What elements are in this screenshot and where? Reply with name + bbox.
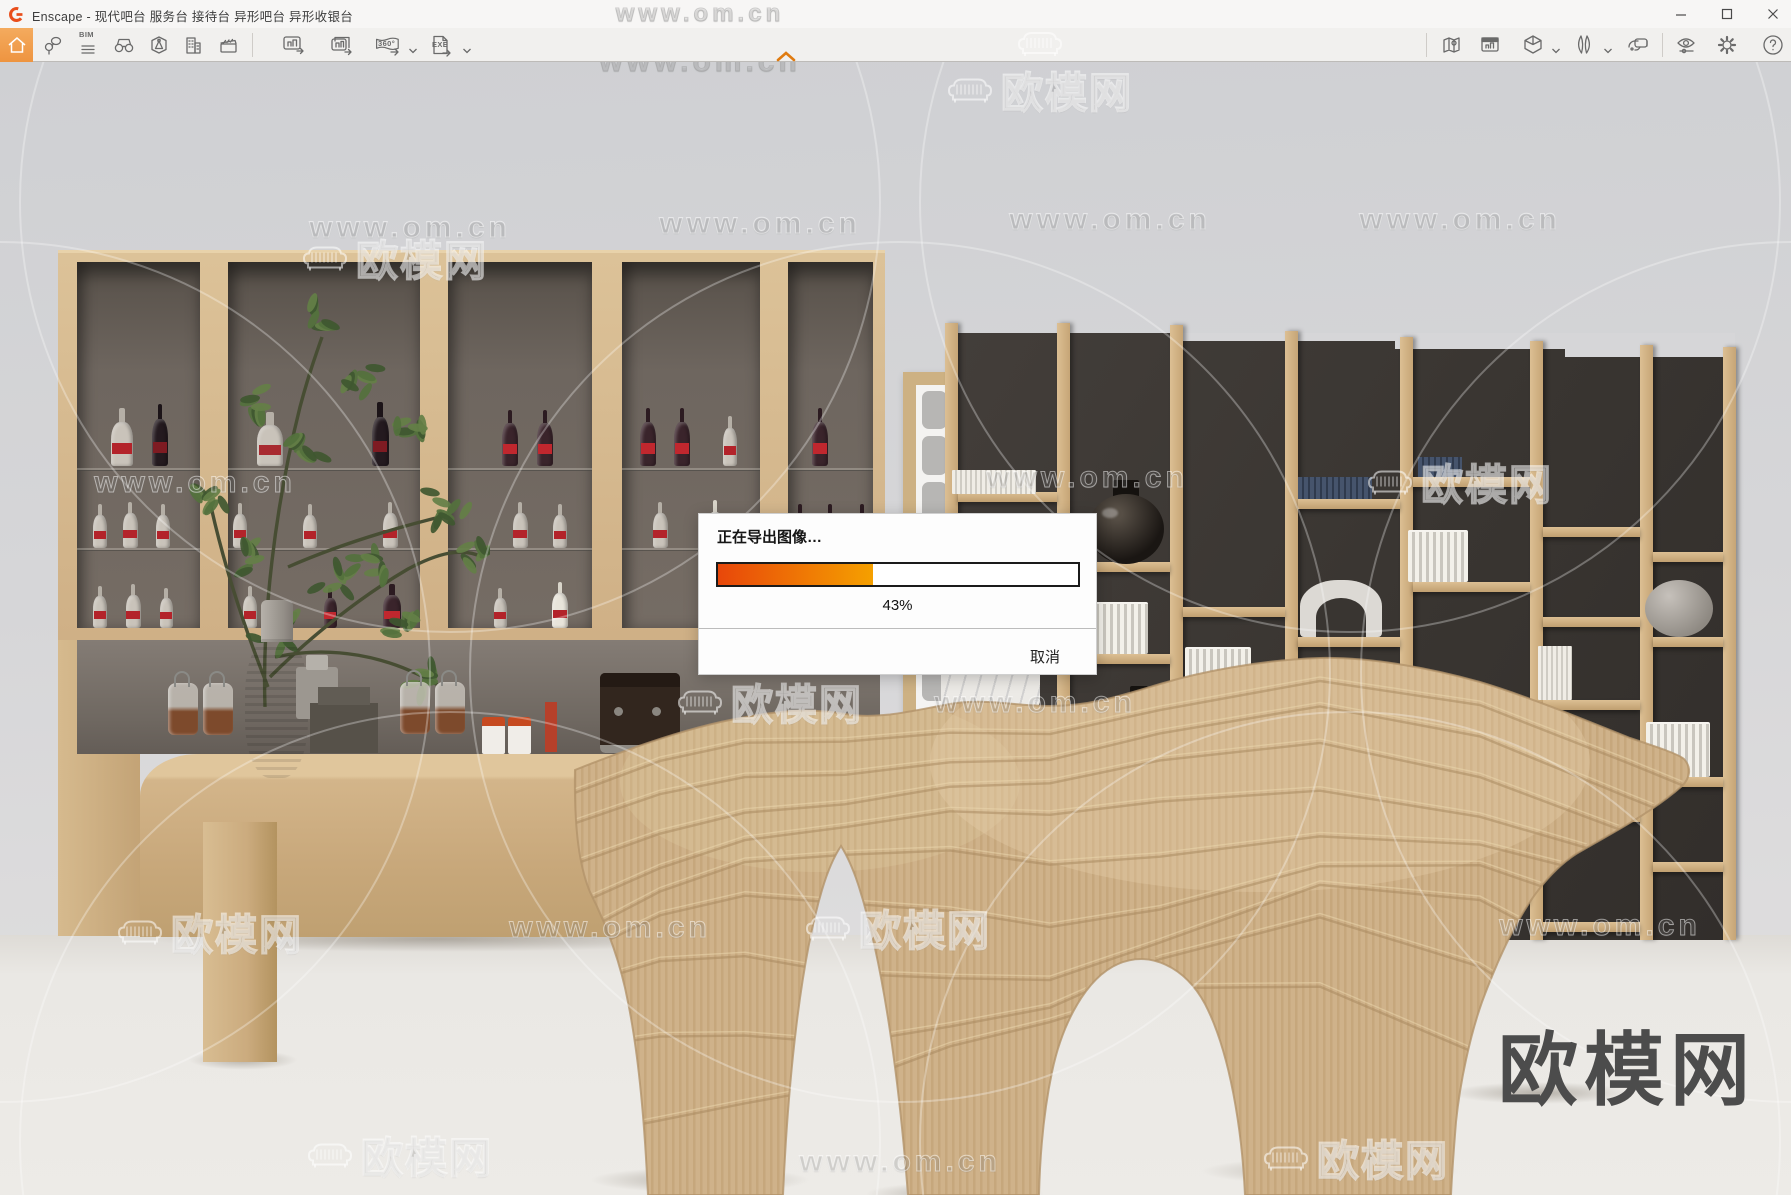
cancel-button[interactable]: 取消: [1022, 642, 1068, 671]
toolbar-divider: [1426, 33, 1427, 57]
export-exe-button[interactable]: EXE: [428, 33, 456, 57]
clapperboard-icon: [217, 34, 240, 56]
export-image-icon: [282, 33, 306, 57]
settings-button[interactable]: [1715, 33, 1739, 57]
video-editor-button[interactable]: [216, 33, 240, 57]
minimize-button[interactable]: [1661, 0, 1701, 28]
close-button[interactable]: [1753, 0, 1791, 28]
dialog-divider: [699, 628, 1096, 629]
building-icon: [182, 34, 204, 56]
vr-button[interactable]: [1622, 33, 1652, 57]
dialog-title: 正在导出图像…: [717, 526, 822, 547]
panorama-chevron-down-icon[interactable]: [408, 42, 418, 50]
pano-label: 360°: [378, 39, 395, 48]
map-icon: [1441, 34, 1465, 56]
title-bar: Enscape - 现代吧台 服务台 接待台 异形吧台 异形收银台: [0, 0, 1791, 28]
export-image-button[interactable]: [282, 33, 306, 57]
progress-bar-fill: [718, 564, 873, 585]
viewport-capture-button[interactable]: [1479, 33, 1503, 57]
binoculars-icon: [112, 34, 136, 56]
exe-label: EXE: [432, 40, 448, 49]
viewport-capture-icon: [1479, 34, 1503, 56]
view-cone-icon: [148, 34, 170, 56]
isolate-box-button[interactable]: [1521, 33, 1545, 57]
bim-button[interactable]: BIM: [77, 33, 101, 57]
bim-label: BIM: [79, 30, 94, 39]
orthographic-button[interactable]: [147, 33, 171, 57]
help-icon: [1761, 33, 1785, 57]
collapse-toolbar-chevron[interactable]: [776, 49, 796, 60]
visual-settings-button[interactable]: [1675, 33, 1699, 57]
building-mode-button[interactable]: [181, 33, 205, 57]
fly-chevron-down-icon[interactable]: [1603, 42, 1613, 50]
feedback-button[interactable]: [40, 33, 64, 57]
progress-percent: 43%: [699, 597, 1096, 614]
home-icon: [6, 34, 28, 56]
eye-settings-icon: [1675, 33, 1699, 57]
big-watermark-text: 欧模网: [1498, 1006, 1756, 1122]
batch-export-icon: [330, 33, 354, 57]
exe-chevron-down-icon[interactable]: [462, 42, 472, 50]
window-title: Enscape - 现代吧台 服务台 接待台 异形吧台 异形收银台: [32, 6, 353, 25]
isolate-chevron-down-icon[interactable]: [1551, 42, 1561, 50]
batch-export-button[interactable]: [330, 33, 354, 57]
fly-mode-button[interactable]: [1571, 33, 1595, 57]
box-3d-icon: [1521, 33, 1545, 57]
feedback-pin-icon: [41, 34, 63, 56]
render-viewport[interactable]: www.om.cn欧模网www.om.cnwww.om.cnwww.om.cnw…: [0, 62, 1791, 1195]
mini-map-button[interactable]: [1441, 33, 1465, 57]
export-panorama-button[interactable]: 360°: [372, 33, 404, 57]
home-button[interactable]: [0, 28, 33, 62]
maximize-button[interactable]: [1707, 0, 1747, 28]
progress-bar-track: [716, 562, 1080, 587]
export-progress-dialog: 正在导出图像… 43% 取消: [698, 513, 1097, 675]
toolbar-divider: [1662, 33, 1663, 57]
vr-headset-icon: [1623, 33, 1651, 57]
enscape-logo-icon: [8, 6, 25, 23]
wings-icon: [1571, 33, 1595, 57]
gear-icon: [1715, 33, 1739, 57]
enscape-window: Enscape - 现代吧台 服务台 接待台 异形吧台 异形收银台 BIM: [0, 0, 1791, 1195]
find-view-button[interactable]: [112, 33, 136, 57]
toolbar-divider: [252, 33, 253, 57]
help-button[interactable]: [1761, 33, 1785, 57]
toolbar: BIM: [0, 28, 1791, 62]
